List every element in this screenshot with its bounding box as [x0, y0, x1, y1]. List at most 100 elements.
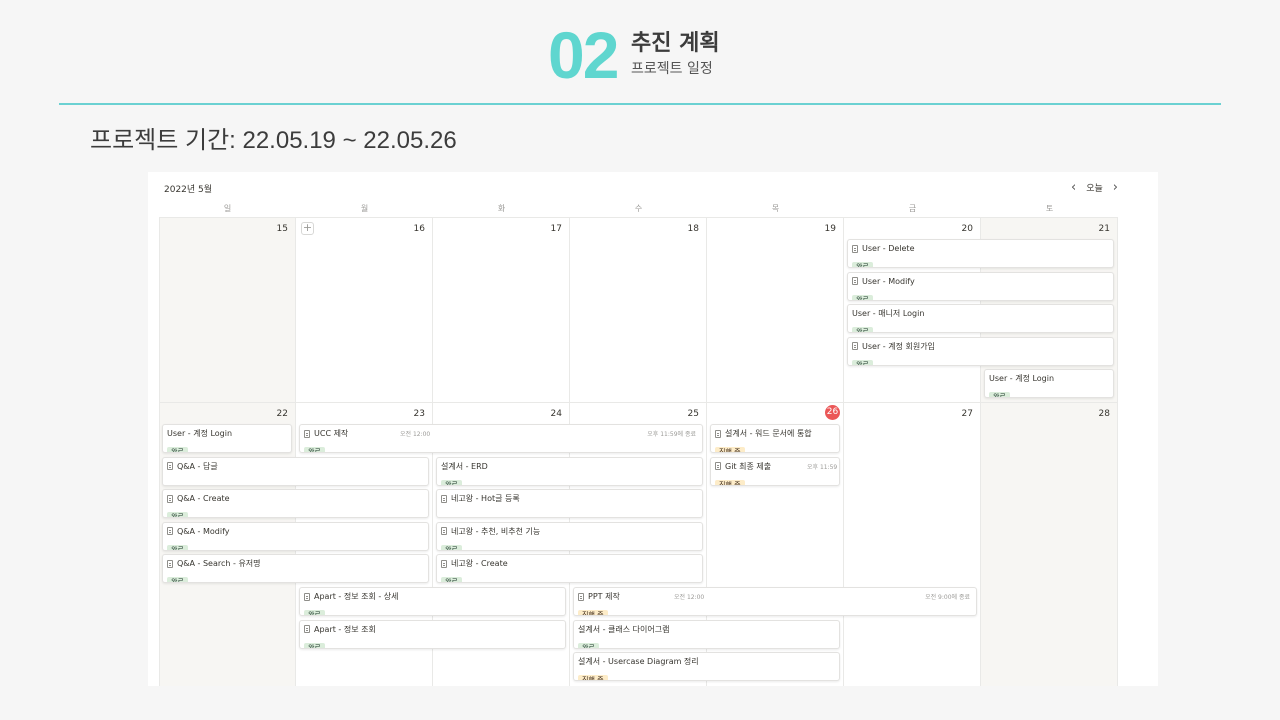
event-card[interactable]: Q&A - Create 완료 — [162, 489, 429, 519]
event-title: 설계서 - Usercase Diagram 정리 — [578, 656, 835, 667]
event-title-text: PPT 제작 — [588, 592, 620, 601]
page-icon — [167, 462, 173, 471]
event-title: User - Modify — [852, 276, 1109, 287]
weekday-label: 수 — [634, 204, 643, 213]
event-card[interactable]: Git 최종 제출 오후 11:59 진행 중 — [710, 456, 840, 486]
event-title-text: 네고왕 - Hot글 등록 — [451, 494, 520, 504]
event-title-text: Git 최종 제출 — [725, 461, 772, 471]
event-card[interactable]: 네고왕 - Hot글 등록 — [436, 489, 703, 519]
page-icon — [852, 277, 858, 286]
weekday-label: 금 — [908, 204, 917, 213]
day-cell[interactable]: 15 — [159, 217, 296, 402]
event-card[interactable]: User - 계정 Login 완료 — [984, 369, 1114, 399]
event-title-text: 설계서 - Usercase Diagram 정리 — [578, 657, 699, 667]
event-title-text: Q&A - Create — [177, 494, 230, 504]
page-icon — [852, 244, 858, 253]
event-card[interactable]: 설계서 - 워드 문서에 통합 진행 중 — [710, 424, 840, 453]
page-icon — [304, 592, 310, 601]
section-title: 추진 계획 — [631, 31, 720, 56]
status-badge: 완료 — [304, 447, 325, 452]
event-card[interactable]: Q&A - 답글 — [162, 456, 429, 486]
event-title: 설계서 - ERD — [441, 461, 698, 472]
calendar-month-label: 2022년 5월 — [164, 185, 213, 195]
event-title: Q&A - Search - 유저명 — [167, 558, 424, 569]
event-end-time: 오전 9:00에 종료 — [925, 594, 970, 601]
event-title-text: 설계서 - 워드 문서에 통합 — [725, 429, 812, 438]
day-cell[interactable]: 19 — [707, 217, 844, 402]
status-badge: 진행 중 — [578, 675, 608, 681]
day-cell[interactable]: 18 — [570, 217, 707, 402]
day-number: 16 — [413, 224, 425, 234]
event-end-time: 오후 11:59에 종료 — [647, 431, 696, 438]
calendar-view: 2022년 5월 ‹ 오늘 › 일 월 화 수 목 금 토 15 16 +17 18 19 20 21 2… — [148, 172, 1158, 686]
status-badge: 완료 — [441, 479, 462, 485]
page-icon — [441, 559, 447, 568]
event-card[interactable]: Q&A - Modify 완료 — [162, 521, 429, 551]
event-title: Q&A - Create — [167, 493, 424, 504]
calendar-nav: ‹ 오늘 › — [1071, 181, 1118, 195]
event-card[interactable]: Q&A - Search - 유저명완료 — [162, 554, 429, 584]
slide-header: 02 추진 계획 프로젝트 일정 — [0, 0, 1280, 106]
event-title-text: Q&A - 답글 — [177, 461, 218, 471]
event-card[interactable]: Apart - 정보 조회 완료 — [299, 619, 566, 649]
event-title: Q&A - Modify — [167, 526, 424, 537]
event-title: User - Delete — [852, 243, 1109, 254]
event-start-time: 오전 12:00 — [674, 594, 705, 601]
page-icon — [441, 494, 447, 503]
event-title: 설계서 - 클래스 다이어그램 — [578, 624, 835, 635]
today-button[interactable]: 오늘 — [1086, 181, 1103, 194]
status-badge: 진행 중 — [578, 610, 608, 615]
event-title-text: User - Modify — [862, 276, 915, 286]
chevron-left-icon[interactable]: ‹ — [1071, 181, 1076, 194]
status-badge: 완료 — [304, 610, 325, 615]
day-number: 25 — [687, 409, 699, 419]
event-title-text: 설계서 - ERD — [441, 461, 488, 471]
event-card[interactable]: User - Delete 완료 — [847, 239, 1114, 268]
day-cell[interactable]: 17 — [433, 217, 570, 402]
day-number: 21 — [1098, 224, 1110, 234]
event-card[interactable]: User - 계정 Login 완료 — [162, 424, 292, 453]
day-number: 23 — [413, 409, 425, 419]
event-title: User - 매니저 Login — [852, 308, 1109, 319]
event-card[interactable]: UCC 제작 오전 12:00 오후 11:59에 종료 완료 — [299, 424, 703, 453]
event-title-text: Apart - 정보 조회 — [314, 624, 376, 634]
page-icon — [852, 342, 858, 351]
event-card[interactable]: 설계서 - Usercase Diagram 정리진행 중 — [573, 652, 840, 682]
page-icon — [715, 462, 721, 471]
status-badge: 진행 중 — [715, 479, 745, 485]
day-cell[interactable]: 16 + — [296, 217, 433, 402]
weekday-label: 월 — [360, 204, 369, 213]
event-title-text: Apart - 정보 조회 - 상세 — [314, 592, 399, 601]
event-title: User - 계정 Login — [167, 428, 287, 439]
event-card[interactable]: 네고왕 - Create 완료 — [436, 554, 703, 584]
event-title: 네고왕 - Hot글 등록 — [441, 493, 698, 504]
event-card[interactable]: User - Modify 완료 — [847, 271, 1114, 301]
status-badge: 완료 — [167, 577, 188, 583]
event-card[interactable]: User - 매니저 Login 완료 — [847, 304, 1114, 334]
section-number: 02 — [548, 18, 619, 92]
page-icon — [441, 527, 447, 536]
day-number: 22 — [276, 409, 288, 419]
chevron-right-icon[interactable]: › — [1113, 181, 1118, 194]
plus-icon[interactable]: + — [301, 222, 314, 235]
event-card[interactable]: Apart - 정보 조회 - 상세완료 — [299, 587, 566, 616]
event-title: PPT 제작 — [578, 591, 972, 602]
weekday-label: 일 — [223, 204, 232, 213]
event-title-text: UCC 제작 — [314, 429, 349, 438]
day-cell[interactable]: 28 — [981, 402, 1118, 686]
day-cell[interactable]: 27 — [844, 402, 981, 686]
day-number: 19 — [824, 224, 836, 234]
event-card[interactable]: User - 계정 회원가입완료 — [847, 336, 1114, 366]
section-subtitle: 프로젝트 일정 — [631, 61, 713, 77]
event-title-text: User - 계정 회원가입 — [862, 341, 935, 351]
event-card[interactable]: 설계서 - ERD 완료 — [436, 456, 703, 486]
day-number: 20 — [961, 224, 973, 234]
event-title-text: User - 매니저 Login — [852, 309, 925, 319]
event-start-time: 오후 11:59 — [807, 463, 838, 471]
calendar-grid: 15 16 +17 18 19 20 21 22 23 24 25 26 27 28 User - Dele… — [159, 217, 1120, 686]
event-title-text: 네고왕 - Create — [451, 559, 508, 569]
event-card[interactable]: PPT 제작 오전 12:00 오전 9:00에 종료진행 중 — [573, 587, 977, 616]
status-badge: 완료 — [852, 359, 873, 365]
event-card[interactable]: 네고왕 - 추천, 비추천 기능 완료 — [436, 521, 703, 551]
event-card[interactable]: 설계서 - 클래스 다이어그램 완료 — [573, 619, 840, 649]
